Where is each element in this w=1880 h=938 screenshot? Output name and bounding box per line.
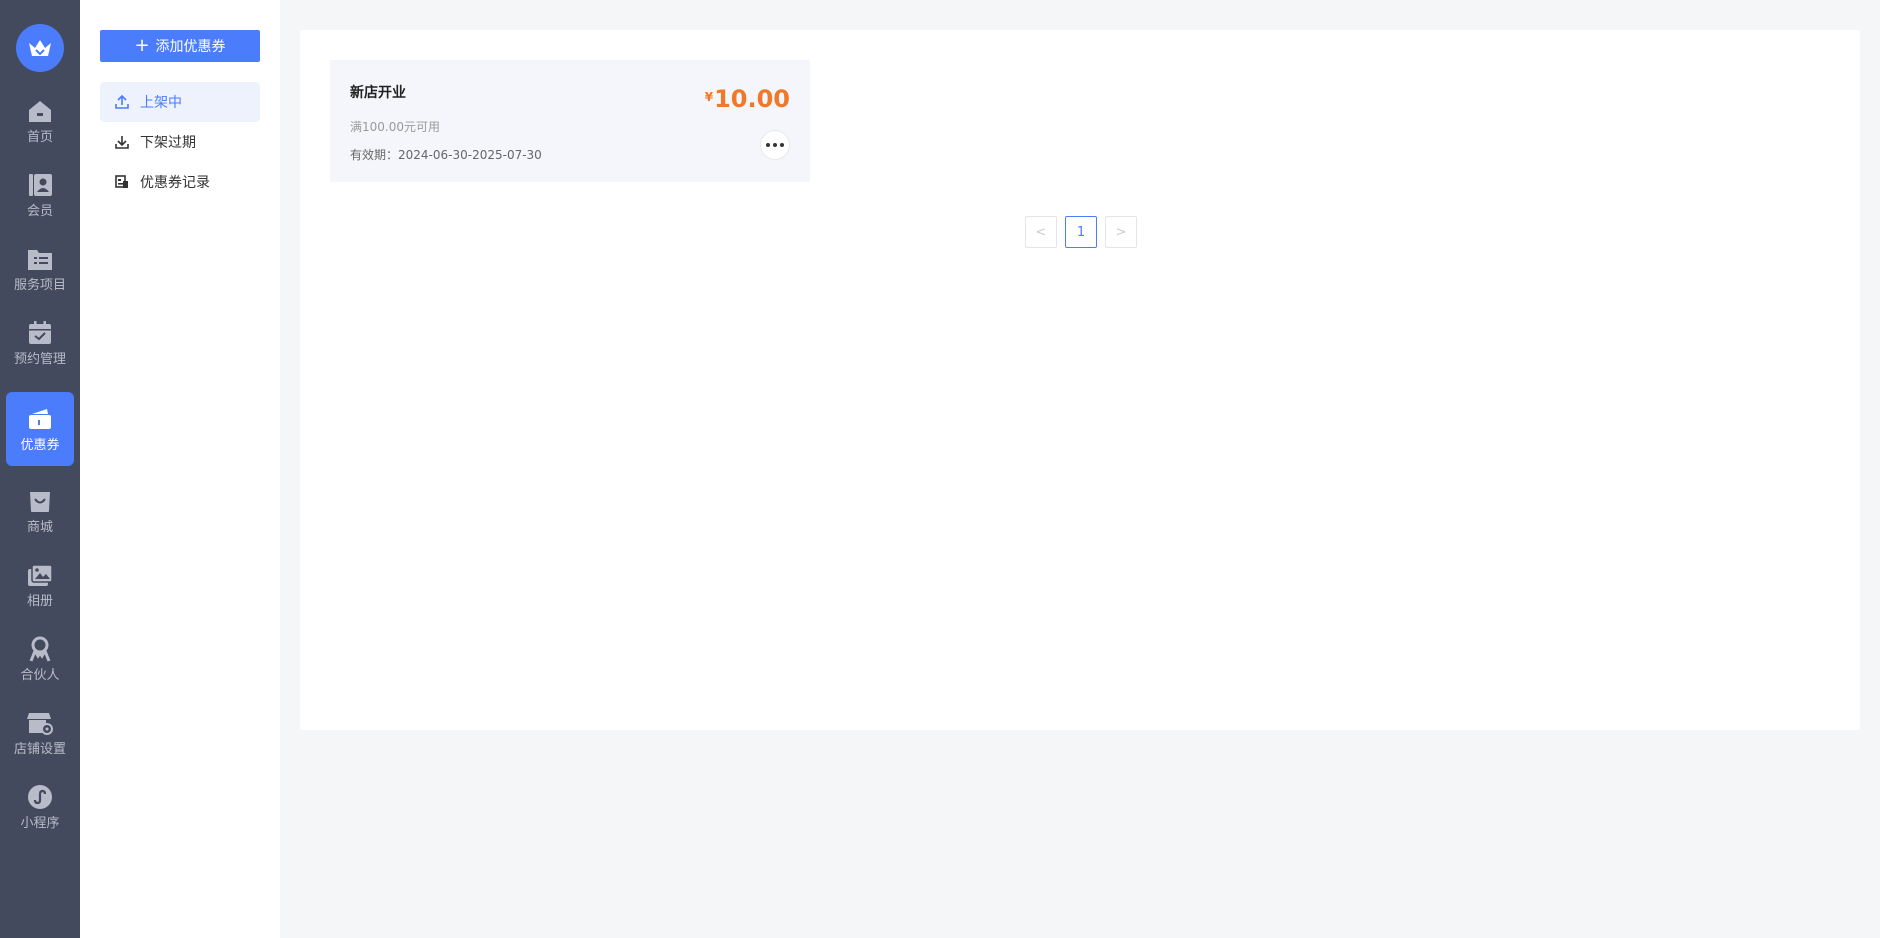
photo-album-icon — [28, 564, 53, 586]
coupon-amount: 10.00 — [714, 85, 790, 113]
coupon-list-panel: 新店开业 满100.00元可用 有效期：2024-06-30-2025-07-3… — [300, 30, 1860, 730]
main-nav-rail: 首页 会员 服务项目 预约管理 优惠券 商城 相册 合伙人 店铺设置 小程序 — [0, 0, 80, 938]
nav-label: 会员 — [26, 204, 53, 219]
submenu-label: 下架过期 — [140, 135, 196, 151]
service-list-icon — [28, 250, 52, 270]
nav-item-mall[interactable]: 商城 — [6, 474, 74, 548]
nav-item-store-settings[interactable]: 店铺设置 — [6, 696, 74, 770]
pagination: < 1 > — [1025, 216, 1145, 248]
partner-icon — [29, 636, 51, 662]
nav-item-album[interactable]: 相册 — [6, 548, 74, 622]
page-number-button[interactable]: 1 — [1065, 216, 1097, 248]
add-coupon-label: 添加优惠券 — [155, 39, 226, 55]
submenu-item-off-shelf[interactable]: 下架过期 — [100, 122, 260, 162]
store-settings-icon — [27, 713, 53, 735]
nav-label: 合伙人 — [20, 668, 60, 683]
nav-label: 相册 — [26, 594, 53, 609]
currency-symbol: ¥ — [704, 90, 714, 104]
upload-icon — [115, 94, 129, 109]
submenu-item-on-shelf[interactable]: 上架中 — [100, 82, 260, 122]
next-page-button[interactable]: > — [1105, 216, 1137, 248]
nav-item-member[interactable]: 会员 — [6, 158, 74, 232]
nav-label: 店铺设置 — [13, 742, 66, 757]
coupon-price: ¥ 10.00 — [705, 86, 790, 112]
nav-item-partner[interactable]: 合伙人 — [6, 622, 74, 696]
shopping-bag-icon — [30, 492, 50, 512]
nav-item-booking[interactable]: 预约管理 — [6, 306, 74, 380]
nav-label: 优惠券 — [20, 438, 60, 453]
add-coupon-button[interactable]: + 添加优惠券 — [100, 30, 260, 62]
record-icon — [115, 175, 128, 188]
submenu-label: 优惠券记录 — [140, 175, 210, 191]
member-icon — [29, 174, 52, 196]
coupon-wallet-icon — [29, 409, 51, 429]
download-icon — [115, 136, 129, 149]
submenu-label: 上架中 — [140, 95, 182, 111]
coupon-submenu: + 添加优惠券 上架中 下架过期 优惠券记录 — [80, 0, 280, 938]
calendar-check-icon — [29, 321, 51, 344]
nav-item-coupon[interactable]: 优惠券 — [6, 392, 74, 466]
nav-label: 商城 — [26, 520, 53, 535]
nav-label: 小程序 — [20, 816, 60, 831]
nav-label: 服务项目 — [13, 278, 66, 293]
nav-label: 预约管理 — [13, 352, 66, 367]
mini-program-icon — [28, 785, 52, 809]
prev-page-button[interactable]: < — [1025, 216, 1057, 248]
submenu-item-records[interactable]: 优惠券记录 — [100, 162, 260, 202]
home-icon — [29, 101, 51, 122]
more-dots-icon — [766, 143, 770, 147]
coupon-card[interactable]: 新店开业 满100.00元可用 有效期：2024-06-30-2025-07-3… — [330, 60, 810, 182]
coupon-validity: 有效期：2024-06-30-2025-07-30 — [350, 148, 542, 162]
nav-label: 首页 — [26, 130, 53, 145]
nav-item-home[interactable]: 首页 — [6, 84, 74, 158]
nav-item-mini-program[interactable]: 小程序 — [6, 770, 74, 844]
nav-item-service[interactable]: 服务项目 — [6, 232, 74, 306]
more-options-button[interactable] — [760, 130, 790, 160]
plus-icon: + — [134, 35, 150, 56]
coupon-name: 新店开业 — [350, 85, 406, 101]
crown-logo-icon[interactable] — [16, 24, 64, 72]
coupon-condition: 满100.00元可用 — [350, 120, 440, 134]
